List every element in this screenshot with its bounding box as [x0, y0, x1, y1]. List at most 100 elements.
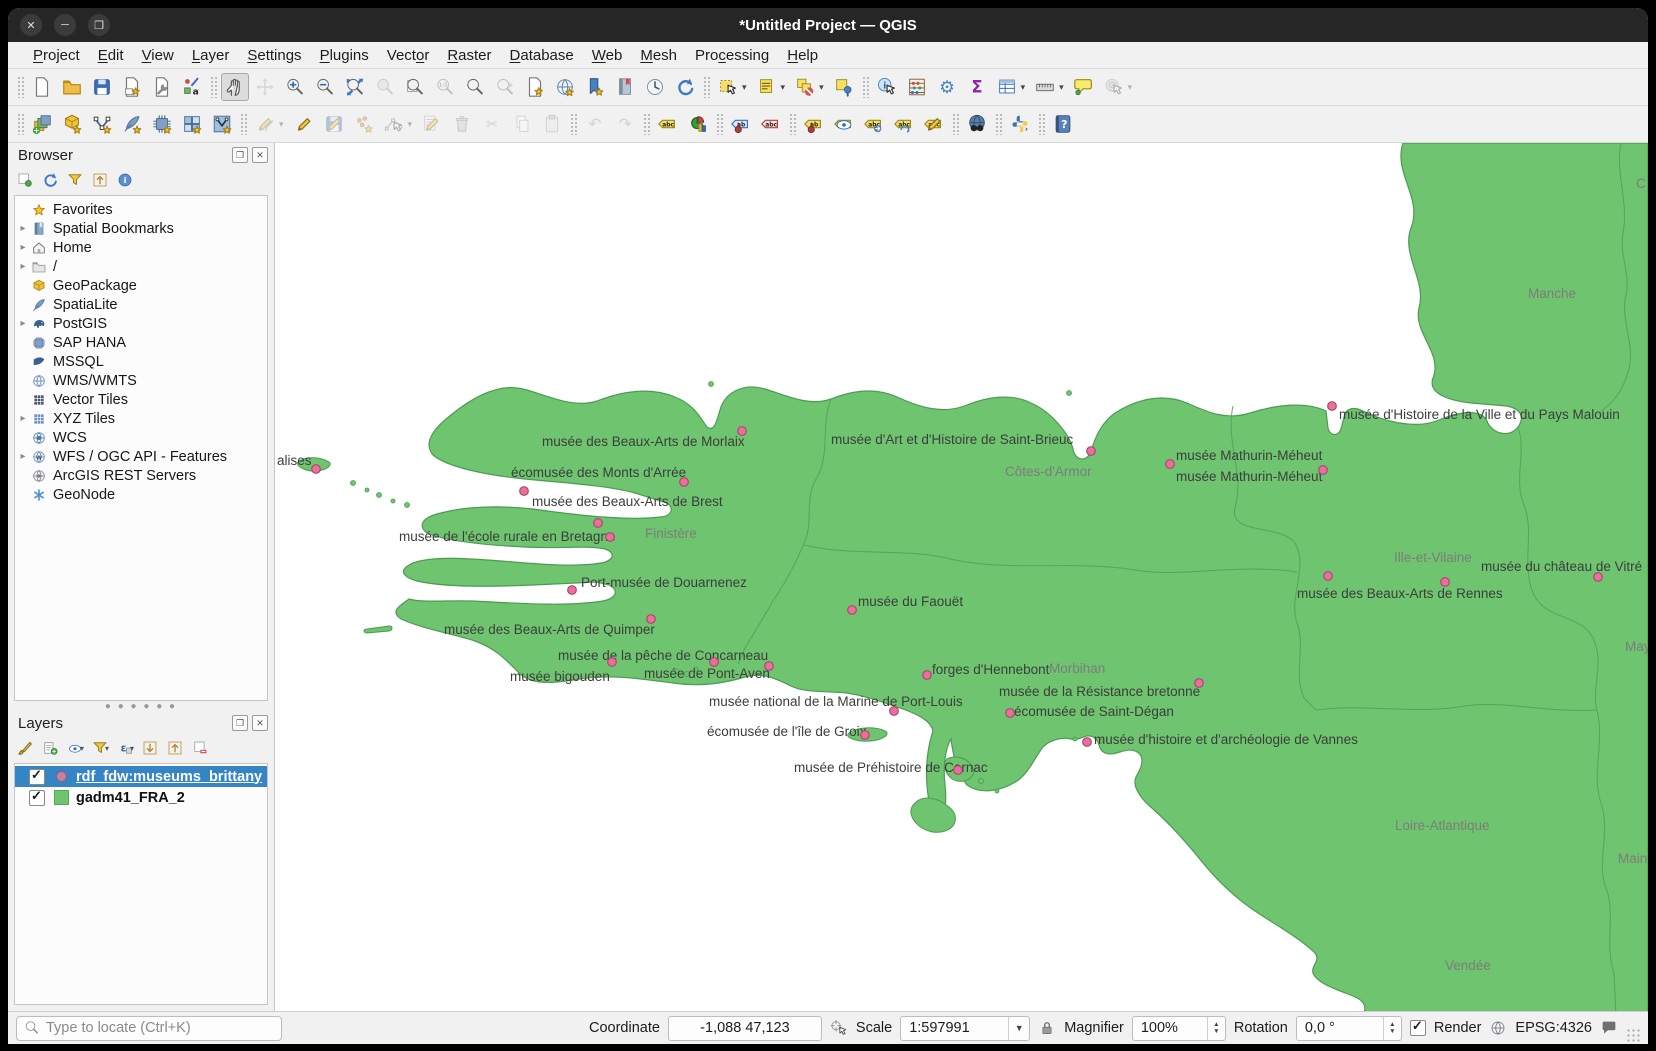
- browser-item-arcgis-rest-servers[interactable]: ArcGIS REST Servers: [15, 466, 267, 485]
- layers-float-icon[interactable]: ❐: [232, 715, 248, 731]
- temporal-controller-button[interactable]: [641, 73, 669, 101]
- dropdown-arrow-icon[interactable]: ▾: [80, 744, 84, 753]
- menu-processing[interactable]: Processing: [686, 45, 778, 66]
- move-label-button[interactable]: ab: [800, 110, 828, 138]
- open-project-button[interactable]: [58, 73, 86, 101]
- locate-input[interactable]: Type to locate (Ctrl+K): [16, 1016, 282, 1041]
- dock-splitter[interactable]: ● ● ● ● ● ●: [8, 701, 274, 711]
- dropdown-arrow-icon[interactable]: ▾: [105, 744, 109, 753]
- rotation-spin-icons[interactable]: ▲▼: [1383, 1017, 1401, 1040]
- themes-button[interactable]: ▾: [66, 739, 84, 757]
- sum-button[interactable]: Σ: [963, 73, 991, 101]
- filter-expression-button[interactable]: ε▾: [116, 739, 134, 757]
- browser-item-mssql[interactable]: MSSQL: [15, 352, 267, 371]
- new-layout-button[interactable]: [118, 73, 146, 101]
- pan-button[interactable]: [221, 73, 249, 101]
- map-tips-button[interactable]: [1070, 73, 1098, 101]
- add-layer-button[interactable]: [16, 171, 34, 189]
- browser-float-icon[interactable]: ❐: [232, 147, 248, 163]
- new-bookmark-button[interactable]: [581, 73, 609, 101]
- dropdown-arrow-icon[interactable]: ▾: [816, 82, 825, 93]
- browser-item-home[interactable]: ▸Home: [15, 238, 267, 257]
- rotation-spinbox[interactable]: 0,0 ° ▲▼: [1296, 1016, 1402, 1041]
- remove-layer-button[interactable]: [191, 739, 209, 757]
- toggle-editing-button[interactable]: [290, 110, 318, 138]
- scale-lock-icon[interactable]: [1038, 1019, 1056, 1037]
- browser-item-favorites[interactable]: Favorites: [15, 200, 267, 219]
- toolbar-drag-handle[interactable]: [17, 76, 24, 98]
- expand-arrow-icon[interactable]: ▸: [15, 318, 31, 329]
- layer-visibility-checkbox[interactable]: [29, 790, 45, 806]
- magnifier-spin-icons[interactable]: ▲▼: [1207, 1017, 1225, 1040]
- window-maximize-icon[interactable]: ❒: [88, 14, 110, 36]
- browser-item-wfs-ogc-api-features[interactable]: ▸WWFS / OGC API - Features: [15, 447, 267, 466]
- menu-web[interactable]: Web: [583, 45, 632, 66]
- deselect-button[interactable]: ▾: [791, 73, 828, 101]
- magnifier-spinbox[interactable]: 100% ▲▼: [1132, 1016, 1226, 1041]
- resize-grip[interactable]: [1626, 1028, 1640, 1042]
- browser-item-sap-hana[interactable]: SAP HANA: [15, 333, 267, 352]
- expand-arrow-icon[interactable]: ▸: [15, 451, 31, 462]
- browser-item-postgis[interactable]: ▸PostGIS: [15, 314, 267, 333]
- help-button[interactable]: ?: [1049, 110, 1077, 138]
- coordinate-input[interactable]: -1,088 47,123: [668, 1016, 822, 1041]
- toolbar-drag-handle[interactable]: [17, 113, 24, 135]
- panel-collapse-button[interactable]: [91, 171, 109, 189]
- render-checkbox[interactable]: [1410, 1020, 1426, 1036]
- dropdown-arrow-icon[interactable]: ▾: [276, 119, 285, 130]
- browser-item-vector-tiles[interactable]: Vector Tiles: [15, 390, 267, 409]
- new-geopackage-button[interactable]: [58, 110, 86, 138]
- data-source-manager-button[interactable]: +: [28, 110, 56, 138]
- layer-diagram-button[interactable]: [684, 110, 712, 138]
- dropdown-arrow-icon[interactable]: ▾: [1125, 82, 1134, 93]
- show-hide-labels-button[interactable]: abc: [830, 110, 858, 138]
- layer-labeling-button[interactable]: abc: [654, 110, 682, 138]
- rotate-label-button[interactable]: abc: [890, 110, 918, 138]
- browser-item-spatial-bookmarks[interactable]: ▸Spatial Bookmarks: [15, 219, 267, 238]
- browser-item-wms-wmts[interactable]: WMS/WMTS: [15, 371, 267, 390]
- dropdown-arrow-icon[interactable]: ▾: [1056, 82, 1065, 93]
- processing-button[interactable]: ⚙: [933, 73, 961, 101]
- expand-arrow-icon[interactable]: ▸: [15, 223, 31, 234]
- expand-arrow-icon[interactable]: ▸: [15, 242, 31, 253]
- new-scratch-layer-button[interactable]: [208, 110, 236, 138]
- expand-arrow-icon[interactable]: ▸: [15, 413, 31, 424]
- menu-mesh[interactable]: Mesh: [631, 45, 686, 66]
- browser-item-geonode[interactable]: GeoNode: [15, 485, 267, 504]
- new-mesh-layer-button[interactable]: [148, 110, 176, 138]
- menu-vector[interactable]: Vector: [378, 45, 439, 66]
- zoom-last-button[interactable]: [461, 73, 489, 101]
- python-console-button[interactable]: ›: [1006, 110, 1034, 138]
- dropdown-arrow-icon[interactable]: ▾: [1018, 82, 1027, 93]
- new-virtual-layer-button[interactable]: [178, 110, 206, 138]
- browser-close-icon[interactable]: ✕: [252, 147, 268, 163]
- refresh-button[interactable]: [671, 73, 699, 101]
- window-close-icon[interactable]: ✕: [20, 14, 42, 36]
- dropdown-arrow-icon[interactable]: ▾: [778, 82, 787, 93]
- browser-item-wcs[interactable]: WCS: [15, 428, 267, 447]
- browser-item-[interactable]: ▸/: [15, 257, 267, 276]
- browser-item-geopackage[interactable]: GeoPackage: [15, 276, 267, 295]
- highlight-labels-button[interactable]: abc: [757, 110, 785, 138]
- dropdown-arrow-icon[interactable]: ▾: [130, 744, 134, 753]
- map-canvas[interactable]: MancheCôtes-d'ArmorFinistèreIlle-et-Vila…: [275, 143, 1648, 1011]
- new-spatialite-button[interactable]: [118, 110, 146, 138]
- select-features-button[interactable]: ▾: [714, 73, 751, 101]
- new-map-view-button[interactable]: [521, 73, 549, 101]
- browser-item-xyz-tiles[interactable]: ▸XYZ Tiles: [15, 409, 267, 428]
- window-minimize-icon[interactable]: ─: [54, 14, 76, 36]
- statistics-button[interactable]: [903, 73, 931, 101]
- style-manager-button[interactable]: a: [178, 73, 206, 101]
- dropdown-arrow-icon[interactable]: ▾: [405, 119, 414, 130]
- layer-visibility-checkbox[interactable]: [29, 769, 45, 785]
- change-label-button[interactable]: abc: [920, 110, 948, 138]
- browser-item-spatialite[interactable]: SpatiaLite: [15, 295, 267, 314]
- filter-legend-button[interactable]: ▾: [91, 739, 109, 757]
- layers-close-icon[interactable]: ✕: [252, 715, 268, 731]
- messages-icon[interactable]: [1600, 1019, 1618, 1037]
- menu-settings[interactable]: Settings: [238, 45, 310, 66]
- show-bookmarks-button[interactable]: [611, 73, 639, 101]
- menu-view[interactable]: View: [133, 45, 183, 66]
- menu-layer[interactable]: Layer: [183, 45, 239, 66]
- identify-button[interactable]: i: [873, 73, 901, 101]
